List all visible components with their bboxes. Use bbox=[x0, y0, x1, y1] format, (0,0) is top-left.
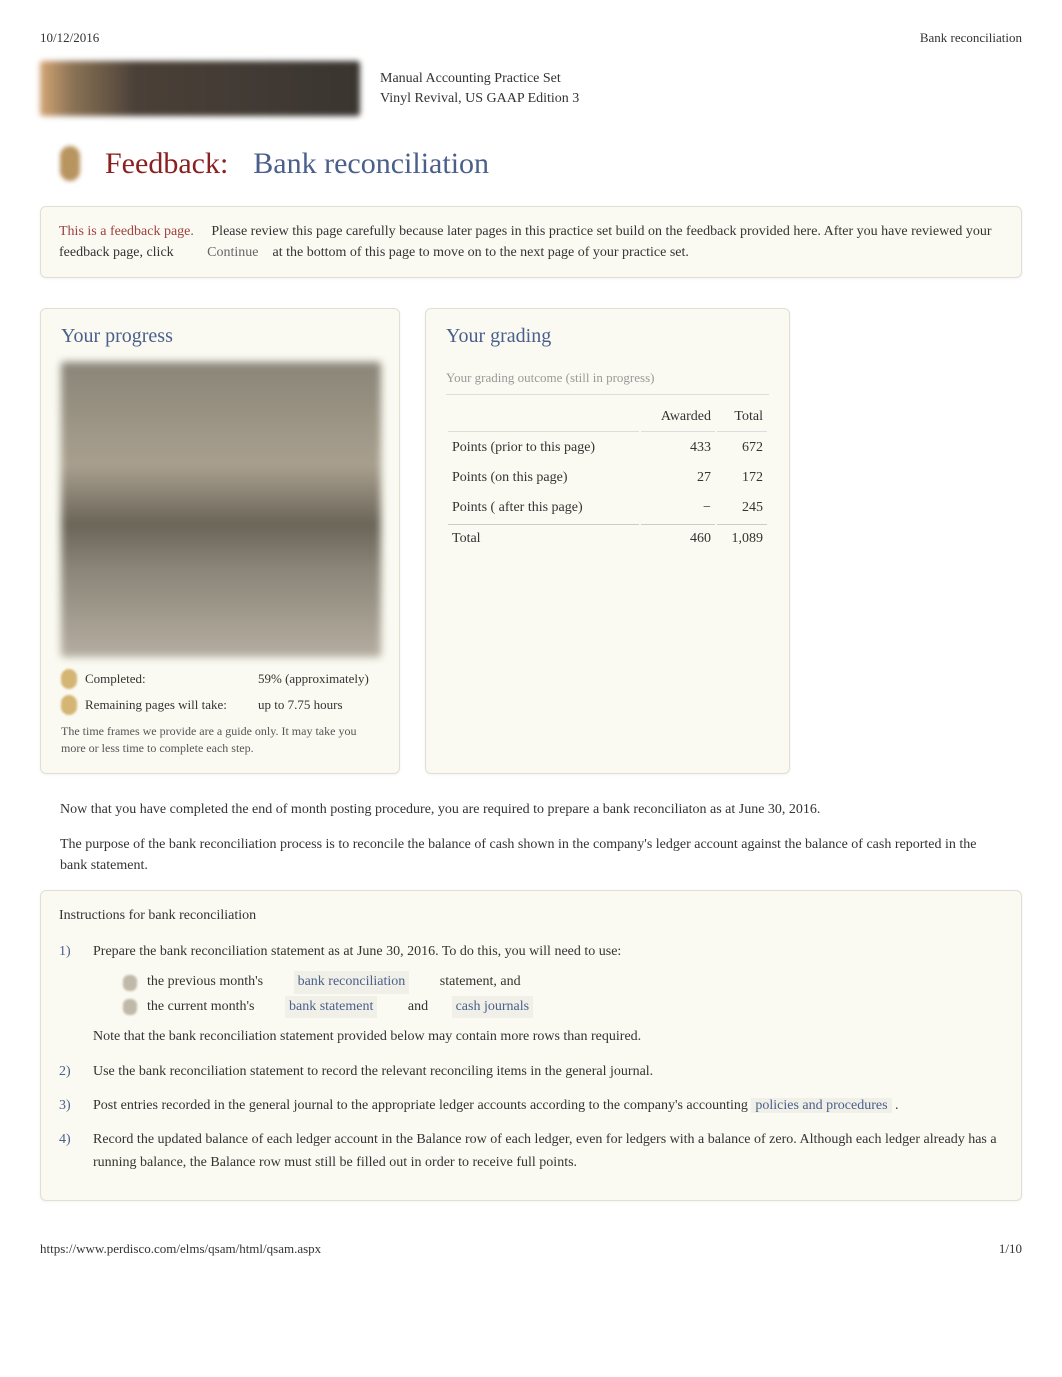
grading-row: Points (prior to this page) 433 672 bbox=[448, 434, 767, 462]
title-icon bbox=[60, 146, 80, 181]
bullet-icon bbox=[61, 669, 77, 689]
instruction-item-3: 3) Post entries recorded in the general … bbox=[59, 1095, 1003, 1117]
remaining-value: up to 7.75 hours bbox=[258, 697, 379, 713]
two-column-layout: Your progress Completed: 59% (approximat… bbox=[40, 308, 1022, 774]
print-header: 10/12/2016 Bank reconciliation bbox=[40, 30, 1022, 46]
instruction-num: 4) bbox=[59, 1129, 77, 1174]
instruction-body: Prepare the bank reconciliation statemen… bbox=[93, 941, 1003, 1049]
bullet-after: statement, and bbox=[440, 971, 521, 993]
grading-total: 172 bbox=[717, 464, 767, 492]
page-title-row: Feedback: Bank reconciliation bbox=[60, 146, 1022, 181]
grading-title: Your grading bbox=[446, 325, 769, 348]
bullet-mid: and bbox=[408, 996, 428, 1018]
policies-link[interactable]: policies and procedures bbox=[751, 1098, 891, 1113]
grading-awarded: 433 bbox=[641, 434, 715, 462]
grading-awarded: − bbox=[641, 494, 715, 522]
grading-awarded: 27 bbox=[641, 464, 715, 492]
continue-hint: Continue bbox=[207, 245, 258, 260]
instructions-box: Instructions for bank reconciliation 1) … bbox=[40, 890, 1022, 1202]
grading-label: Points (prior to this page) bbox=[448, 434, 639, 462]
instruction-num: 2) bbox=[59, 1061, 77, 1083]
instruction-num: 1) bbox=[59, 941, 77, 1049]
title-feedback: Feedback: bbox=[105, 147, 228, 181]
instruction-item-2: 2) Use the bank reconciliation statement… bbox=[59, 1061, 1003, 1083]
feedback-notice: This is a feedback page. Please review t… bbox=[40, 206, 1022, 278]
body-para1: Now that you have completed the end of m… bbox=[40, 799, 1022, 820]
grading-subtitle: Your grading outcome (still in progress) bbox=[446, 362, 769, 395]
instruction-text: Use the bank reconciliation statement to… bbox=[93, 1061, 1003, 1083]
instruction-item-4: 4) Record the updated balance of each le… bbox=[59, 1129, 1003, 1174]
bullet-before: the previous month's bbox=[147, 971, 263, 993]
instruction-num: 3) bbox=[59, 1095, 77, 1117]
grading-label: Total bbox=[448, 524, 639, 553]
title-main: Bank reconciliation bbox=[253, 147, 489, 181]
completed-value: 59% (approximately) bbox=[258, 671, 379, 687]
logo-image bbox=[40, 61, 360, 116]
instruction-body: Post entries recorded in the general jou… bbox=[93, 1095, 1003, 1117]
grading-row: Points ( after this page) − 245 bbox=[448, 494, 767, 522]
grading-header-blank bbox=[448, 403, 639, 432]
grading-total: 245 bbox=[717, 494, 767, 522]
instructions-title: Instructions for bank reconciliation bbox=[59, 905, 1003, 927]
grading-panel: Your grading Your grading outcome (still… bbox=[425, 308, 790, 774]
footer-page: 1/10 bbox=[999, 1241, 1022, 1257]
grading-header-awarded: Awarded bbox=[641, 403, 715, 432]
progress-remaining-row: Remaining pages will take: up to 7.75 ho… bbox=[61, 695, 379, 715]
footer-url: https://www.perdisco.com/elms/qsam/html/… bbox=[40, 1241, 321, 1257]
cash-journals-link[interactable]: cash journals bbox=[452, 996, 533, 1018]
bullet-icon bbox=[61, 695, 77, 715]
progress-title: Your progress bbox=[61, 325, 379, 348]
grading-awarded: 460 bbox=[641, 524, 715, 553]
instruction-text: Record the updated balance of each ledge… bbox=[93, 1129, 1003, 1174]
bank-statement-link[interactable]: bank statement bbox=[285, 996, 377, 1018]
remaining-label: Remaining pages will take: bbox=[85, 697, 250, 713]
grading-row: Points (on this page) 27 172 bbox=[448, 464, 767, 492]
instruction-item-1: 1) Prepare the bank reconciliation state… bbox=[59, 941, 1003, 1049]
instruction-intro: Prepare the bank reconciliation statemen… bbox=[93, 941, 1003, 963]
practice-set-info: Manual Accounting Practice Set Vinyl Rev… bbox=[380, 69, 579, 108]
feedback-label: This is a feedback page. bbox=[59, 224, 194, 239]
grading-total: 1,089 bbox=[717, 524, 767, 553]
grading-label: Points (on this page) bbox=[448, 464, 639, 492]
logo-section: Manual Accounting Practice Set Vinyl Rev… bbox=[40, 61, 1022, 116]
print-footer: https://www.perdisco.com/elms/qsam/html/… bbox=[40, 1241, 1022, 1257]
instruction-text-before: Post entries recorded in the general jou… bbox=[93, 1098, 748, 1113]
progress-map-image bbox=[61, 362, 381, 657]
print-date: 10/12/2016 bbox=[40, 30, 99, 46]
sub-bullet: the previous month's bank reconciliation… bbox=[123, 971, 1003, 993]
bullet-icon bbox=[123, 999, 137, 1015]
bank-reconciliation-link[interactable]: bank reconciliation bbox=[294, 971, 410, 993]
print-title: Bank reconciliation bbox=[920, 30, 1022, 46]
body-para2: The purpose of the bank reconciliation p… bbox=[40, 834, 1022, 876]
feedback-text-after: at the bottom of this page to move on to… bbox=[273, 245, 689, 260]
practice-set-line2: Vinyl Revival, US GAAP Edition 3 bbox=[380, 89, 579, 109]
practice-set-line1: Manual Accounting Practice Set bbox=[380, 69, 579, 89]
grading-label: Points ( after this page) bbox=[448, 494, 639, 522]
grading-total-row: Total 460 1,089 bbox=[448, 524, 767, 553]
completed-label: Completed: bbox=[85, 671, 250, 687]
progress-note: The time frames we provide are a guide o… bbox=[61, 723, 379, 757]
progress-completed-row: Completed: 59% (approximately) bbox=[61, 669, 379, 689]
sub-bullet: the current month's bank statement and c… bbox=[123, 996, 1003, 1018]
grading-table: Awarded Total Points (prior to this page… bbox=[446, 401, 769, 555]
sub-bullets: the previous month's bank reconciliation… bbox=[123, 971, 1003, 1018]
bullet-icon bbox=[123, 975, 137, 991]
bullet-before: the current month's bbox=[147, 996, 255, 1018]
progress-panel: Your progress Completed: 59% (approximat… bbox=[40, 308, 400, 774]
grading-total: 672 bbox=[717, 434, 767, 462]
instruction-note: Note that the bank reconciliation statem… bbox=[93, 1026, 1003, 1048]
instruction-text-after: . bbox=[895, 1098, 899, 1113]
grading-header-total: Total bbox=[717, 403, 767, 432]
